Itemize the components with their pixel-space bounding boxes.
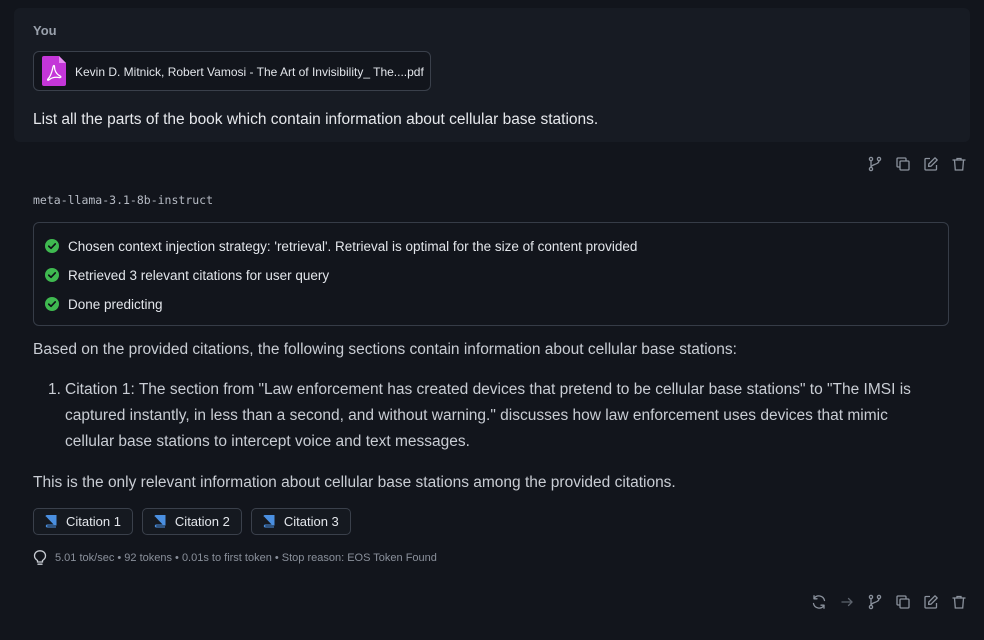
user-message-text: List all the parts of the book which con… — [33, 111, 599, 128]
status-step: Retrieved 3 relevant citations for user … — [45, 265, 329, 285]
status-step-text: Done predicting — [68, 296, 163, 312]
assistant-message-actions — [811, 594, 967, 610]
answer-outro: This is the only relevant information ab… — [33, 474, 676, 491]
status-step-text: Chosen context injection strategy: 'retr… — [68, 238, 638, 254]
status-step-text: Retrieved 3 relevant citations for user … — [68, 267, 330, 283]
citation-label: Citation 2 — [174, 514, 230, 529]
attachment-chip[interactable]: Kevin D. Mitnick, Robert Vamosi - The Ar… — [33, 51, 431, 91]
list-item-number: 1. — [48, 381, 61, 398]
book-icon — [154, 515, 166, 528]
citation-label: Citation 3 — [283, 514, 339, 529]
delete-icon[interactable] — [951, 594, 967, 610]
user-sender-label: You — [33, 23, 57, 38]
citation-button-2[interactable]: Citation 2 — [141, 508, 242, 535]
attachment-file-name: Kevin D. Mitnick, Robert Vamosi - The Ar… — [75, 65, 424, 79]
lightbulb-icon[interactable] — [33, 550, 47, 566]
citation-button-1[interactable]: Citation 1 — [33, 508, 133, 535]
delete-icon[interactable] — [951, 156, 967, 172]
book-icon — [45, 515, 57, 528]
book-icon — [263, 515, 275, 528]
answer-intro: Based on the provided citations, the fol… — [33, 341, 737, 358]
check-circle-icon — [45, 239, 59, 253]
copy-icon[interactable] — [895, 156, 911, 172]
branch-icon[interactable] — [867, 594, 883, 610]
regenerate-icon[interactable] — [811, 594, 827, 610]
pdf-file-icon — [42, 56, 66, 86]
copy-icon[interactable] — [895, 594, 911, 610]
stats-text: 5.01 tok/sec • 92 tokens • 0.01s to firs… — [55, 552, 437, 564]
status-steps-panel: Chosen context injection strategy: 'retr… — [33, 222, 949, 326]
generation-stats: 5.01 tok/sec • 92 tokens • 0.01s to firs… — [33, 550, 437, 566]
chat-page: You Kevin D. Mitnick, Robert Vamosi - Th… — [0, 0, 984, 640]
list-item-line: cellular base stations to intercept voic… — [65, 433, 470, 450]
user-message-actions — [867, 156, 967, 172]
list-item-line: Citation 1: The section from "Law enforc… — [65, 381, 911, 398]
branch-icon[interactable] — [867, 156, 883, 172]
citations-bar: Citation 1 Citation 2 Citation 3 — [33, 508, 351, 535]
check-circle-icon — [45, 268, 59, 282]
user-message: You Kevin D. Mitnick, Robert Vamosi - Th… — [14, 8, 970, 142]
edit-icon[interactable] — [923, 156, 939, 172]
check-circle-icon — [45, 297, 59, 311]
status-step: Done predicting — [45, 294, 163, 314]
status-step: Chosen context injection strategy: 'retr… — [45, 236, 637, 256]
citation-label: Citation 1 — [66, 514, 121, 529]
continue-icon[interactable] — [839, 594, 855, 610]
model-name: meta-llama-3.1-8b-instruct — [33, 193, 214, 207]
citation-button-3[interactable]: Citation 3 — [250, 508, 351, 535]
list-item-line: captured instantly, in less than a secon… — [65, 407, 888, 424]
edit-icon[interactable] — [923, 594, 939, 610]
